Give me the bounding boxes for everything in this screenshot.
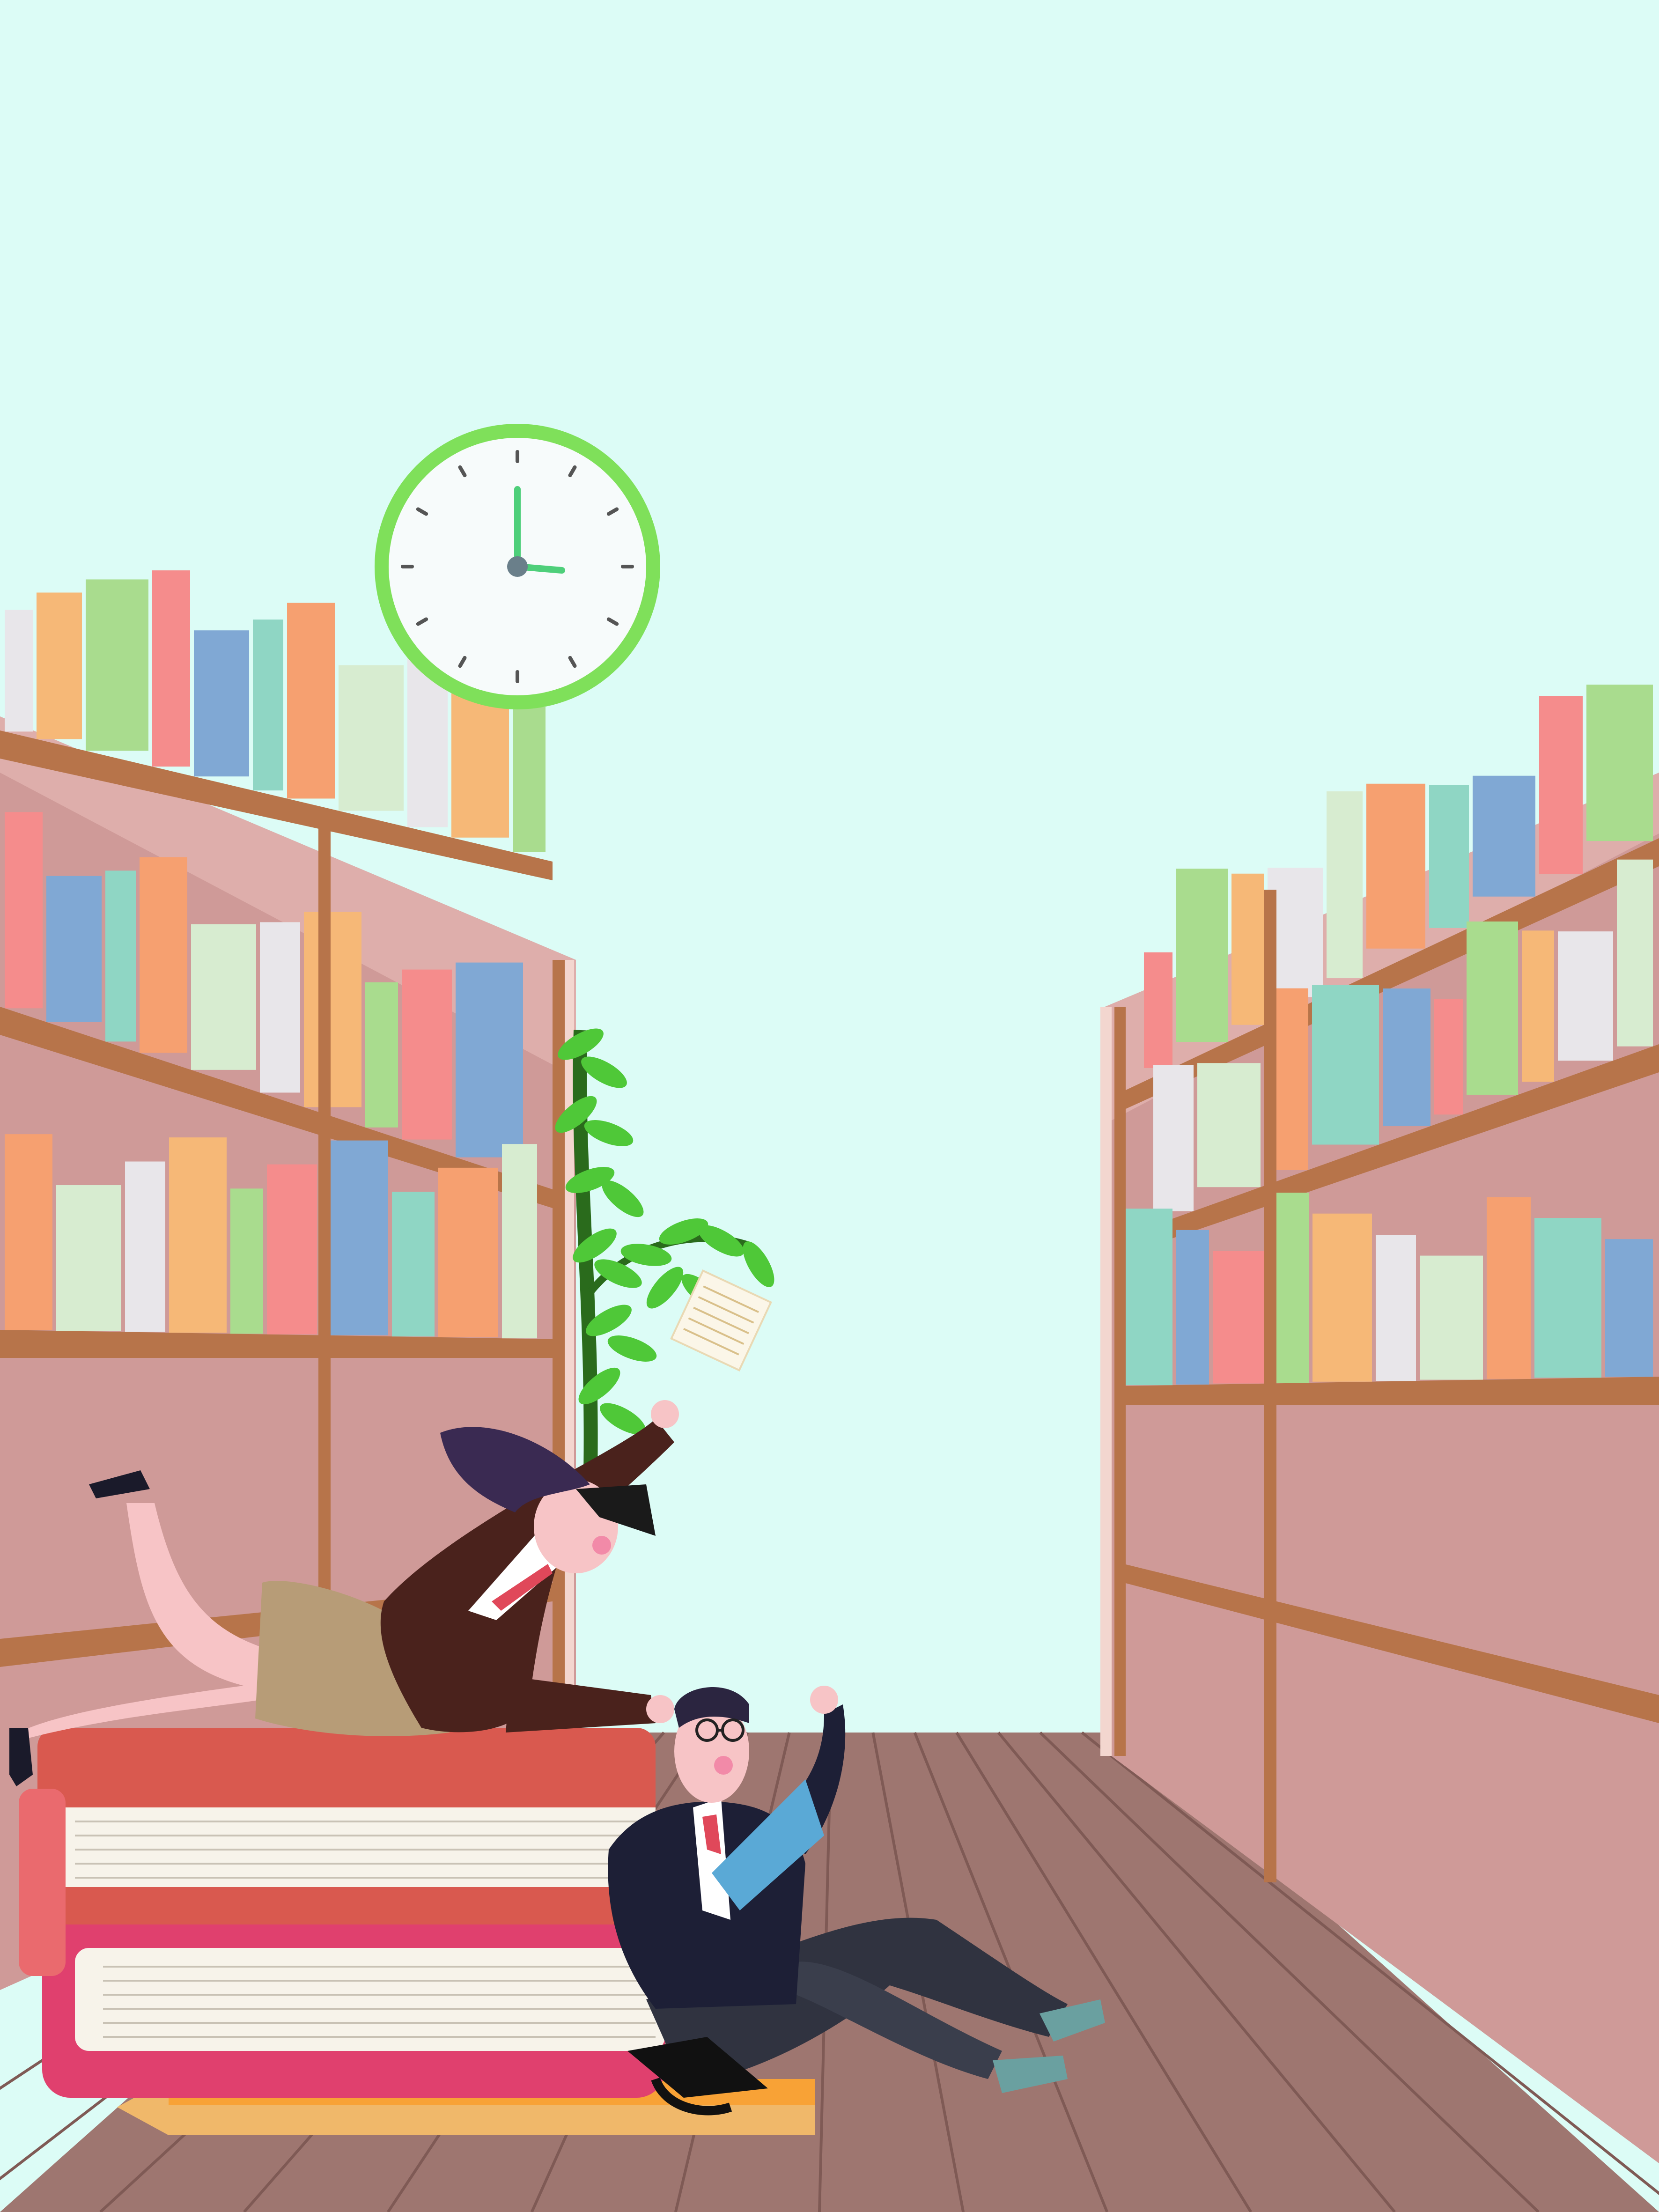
book: [502, 1144, 537, 1339]
book: [5, 1134, 52, 1330]
book: [1434, 999, 1463, 1115]
book: [253, 619, 283, 791]
book: [37, 592, 82, 739]
book: [365, 982, 398, 1128]
book: [321, 1140, 388, 1335]
book: [1558, 931, 1613, 1061]
book: [1312, 1213, 1372, 1382]
book: [287, 603, 335, 799]
book: [56, 1185, 121, 1331]
book: [304, 912, 361, 1107]
book: [1420, 1255, 1483, 1380]
book: [1429, 785, 1469, 928]
book: [267, 1164, 317, 1335]
book: [105, 870, 136, 1042]
book: [191, 924, 256, 1070]
book: [260, 922, 300, 1093]
book: [438, 1167, 498, 1337]
book: [194, 630, 249, 777]
book: [1327, 791, 1363, 979]
book: [1376, 1235, 1416, 1381]
book: [1366, 783, 1425, 949]
book: [5, 812, 43, 1009]
book: [169, 1137, 227, 1333]
book: [1586, 685, 1653, 841]
book: [1534, 1218, 1601, 1378]
book: [1487, 1197, 1531, 1379]
book: [456, 962, 523, 1158]
book: [125, 1161, 165, 1332]
book: [1176, 869, 1228, 1042]
library-scene: [0, 0, 1659, 2212]
book: [5, 610, 33, 732]
book: [1383, 988, 1430, 1127]
book: [1176, 1230, 1209, 1385]
book: [513, 707, 546, 852]
wall-clock-icon: [375, 424, 660, 709]
book: [1539, 696, 1583, 875]
book: [392, 1192, 435, 1337]
book: [1522, 930, 1554, 1082]
book: [1197, 1063, 1261, 1187]
book: [152, 570, 190, 767]
book: [1213, 1251, 1268, 1384]
book: [1605, 1239, 1653, 1377]
book: [1144, 952, 1172, 1068]
book: [1231, 873, 1264, 1025]
book: [230, 1188, 263, 1334]
book: [46, 876, 102, 1022]
book: [1617, 859, 1653, 1047]
book: [1312, 985, 1379, 1145]
book: [402, 969, 452, 1140]
book: [1473, 775, 1535, 897]
book: [339, 665, 404, 811]
book: [1272, 1193, 1309, 1383]
book: [1467, 921, 1518, 1095]
book: [140, 857, 187, 1053]
book: [1153, 1065, 1194, 1211]
book: [86, 579, 148, 751]
book: [1121, 1209, 1172, 1386]
